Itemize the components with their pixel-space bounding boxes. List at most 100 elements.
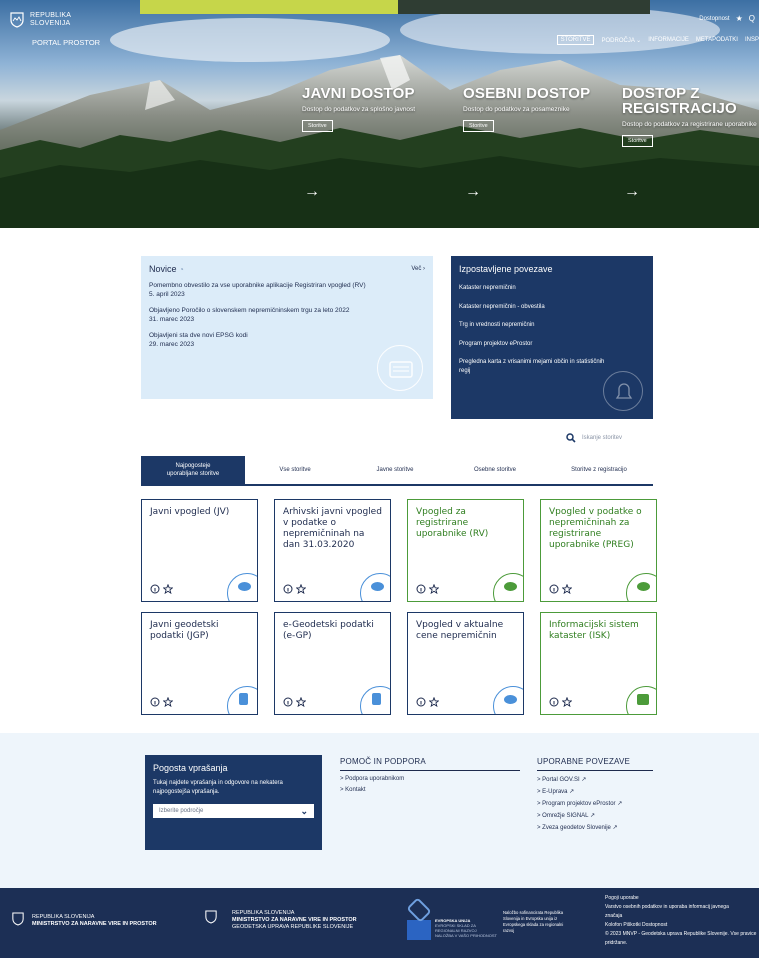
hero-banner: REPUBLIKA SLOVENIJA PORTAL PROSTOR Dosto… (0, 0, 759, 228)
hero-services-button[interactable]: Storitve (622, 135, 653, 147)
nav-metapodatki[interactable]: METAPODATKI (696, 37, 738, 43)
star-icon[interactable] (163, 697, 173, 707)
info-icon[interactable] (416, 697, 426, 707)
ministry-line: MINISTRSTVO ZA NARAVNE VIRE IN PROSTOR (32, 921, 157, 927)
main-nav: STORITVE PODROČJA ⌄ INFORMACIJE METAPODA… (556, 35, 759, 45)
eye-icon (227, 573, 257, 601)
info-icon[interactable] (283, 697, 293, 707)
accessibility-link[interactable]: Dostopnost (699, 16, 729, 22)
arrow-right-icon[interactable]: → (624, 183, 640, 201)
hero-javni-dostop: JAVNI DOSTOP Dostop do podatkov za sploš… (302, 85, 452, 205)
service-card[interactable]: Vpogled v podatke o nepremičninah za reg… (540, 499, 657, 602)
featured-link[interactable]: Pregledna karta z vrisanimi mejami občin… (459, 358, 609, 375)
search-input[interactable]: Iskanje storitev (582, 435, 622, 441)
logo-line-2: SLOVENIJA (30, 20, 71, 27)
ministry-logo-2[interactable]: REPUBLIKA SLOVENIJA MINISTRSTVO ZA NARAV… (232, 910, 357, 931)
tab-label: Vse storitve (279, 467, 311, 473)
star-icon[interactable] (562, 697, 572, 707)
useful-link[interactable]: > Omrežje SIGNAL ↗ (537, 812, 653, 819)
useful-links-title: UPORABNE POVEZAVE (537, 757, 653, 771)
privacy-link[interactable]: Varstvo osebnih podatkov in uporaba info… (605, 903, 759, 912)
card-actions (150, 697, 173, 707)
site-logo[interactable]: REPUBLIKA SLOVENIJA PORTAL PROSTOR (10, 12, 100, 47)
service-card[interactable]: e-Geodetski podatki (e-GP) (274, 612, 391, 715)
hero-services-button[interactable]: Storitve (302, 120, 333, 132)
service-search[interactable]: Iskanje storitev (566, 433, 622, 443)
service-card[interactable]: Javni geodetski podatki (JGP) (141, 612, 258, 715)
ministry-line: REPUBLIKA SLOVENIJA (232, 910, 295, 916)
faq-description: Tukaj najdete vprašanja in odgovore na n… (153, 780, 283, 795)
hero-services-button[interactable]: Storitve (463, 120, 494, 132)
help-link[interactable]: > Kontakt (340, 787, 520, 793)
hero-osebni-dostop: OSEBNI DOSTOP Dostop do podatkov za posa… (463, 85, 603, 205)
tab-vse-storitve[interactable]: Vse storitve (245, 456, 345, 484)
featured-link[interactable]: Kataster nepremičnin - obvestila (459, 303, 645, 312)
search-icon[interactable] (566, 433, 576, 443)
rss-icon[interactable]: ◔ (179, 265, 184, 274)
tab-osebne-storitve[interactable]: Osebne storitve (445, 456, 545, 484)
nav-podrocja[interactable]: PODROČJA ⌄ (601, 37, 641, 44)
card-actions (549, 697, 572, 707)
privacy-link-cont[interactable]: značaja (605, 912, 759, 921)
arrow-right-icon[interactable]: → (465, 183, 481, 201)
info-icon[interactable] (416, 584, 426, 594)
info-icon[interactable] (549, 584, 559, 594)
featured-link[interactable]: Program projektov eProstor (459, 340, 645, 349)
ministry-logo-1[interactable]: REPUBLIKA SLOVENIJA MINISTRSTVO ZA NARAV… (32, 914, 157, 928)
tab-javne-storitve[interactable]: Javne storitve (345, 456, 445, 484)
eu-text: EVROPSKA UNIJA EVROPSKI SKLAD ZA REGIONA… (435, 918, 497, 938)
service-card[interactable]: Vpogled v aktualne cene nepremičnin (407, 612, 524, 715)
tab-najpogosteje[interactable]: Najpogosteje uporabljane storitve (141, 456, 245, 484)
featured-link[interactable]: Kataster nepremičnin (459, 284, 645, 293)
info-icon[interactable] (283, 584, 293, 594)
featured-links-panel: Izpostavljene povezave Kataster nepremič… (451, 256, 653, 419)
faq-area-select[interactable]: Izberite področje ⌄ (153, 804, 314, 818)
star-icon[interactable] (562, 584, 572, 594)
useful-link[interactable]: > Zveza geodetov Slovenije ↗ (537, 824, 653, 831)
service-card-title: Javni vpogled (JV) (150, 507, 230, 517)
service-card-title: Arhivski javni vpogled v podatke o nepre… (283, 507, 382, 550)
service-card[interactable]: Javni vpogled (JV) (141, 499, 258, 602)
star-icon[interactable] (163, 584, 173, 594)
star-icon[interactable] (296, 697, 306, 707)
service-card[interactable]: Arhivski javni vpogled v podatke o nepre… (274, 499, 391, 602)
service-card-title: Vpogled v podatke o nepremičninah za reg… (549, 507, 642, 550)
star-icon[interactable] (296, 584, 306, 594)
featured-link[interactable]: Trg in vrednosti nepremičnin (459, 321, 645, 330)
portal-name: PORTAL PROSTOR (32, 38, 101, 47)
tab-storitve-z-registracijo[interactable]: Storitve z registracijo (545, 456, 653, 484)
news-more-link[interactable]: Več › (411, 266, 425, 272)
service-card-title: Javni geodetski podatki (JGP) (150, 620, 219, 641)
service-card[interactable]: Vpogled za registrirane uporabnike (RV) (407, 499, 524, 602)
search-icon[interactable]: Q (749, 14, 755, 23)
eye-icon (493, 686, 523, 714)
nav-insp[interactable]: INSP (745, 37, 759, 43)
news-header: Novice ◔ Več › (149, 264, 425, 274)
help-title: POMOČ IN PODPORA (340, 757, 520, 771)
footer-links-row[interactable]: Kolofon Piškotki Dostopnost (605, 921, 759, 930)
star-icon[interactable] (429, 584, 439, 594)
hero-subtitle: Dostop do podatkov za splošno javnost (302, 106, 416, 113)
nav-informacije[interactable]: INFORMACIJE (648, 37, 689, 43)
news-item-text: Pomembno obvestilo za vse uporabnike apl… (149, 282, 366, 289)
help-link[interactable]: > Podpora uporabnikom (340, 776, 520, 782)
news-item-text: Objavljeno Poročilo o slovenskem nepremi… (149, 307, 350, 314)
info-icon[interactable] (549, 697, 559, 707)
terms-link[interactable]: Pogoji uporabe (605, 894, 759, 903)
service-card-title: Informacijski sistem kataster (ISK) (549, 620, 639, 641)
eu-mark-icon (406, 897, 432, 923)
useful-link[interactable]: > Portal GOV.SI ↗ (537, 776, 653, 783)
news-item[interactable]: Pomembno obvestilo za vse uporabnike apl… (149, 281, 425, 299)
favorites-icon[interactable]: ★ (736, 14, 743, 23)
useful-link[interactable]: > E-Uprava ↗ (537, 788, 653, 795)
service-card[interactable]: Informacijski sistem kataster (ISK) (540, 612, 657, 715)
star-icon[interactable] (429, 697, 439, 707)
news-item[interactable]: Objavljeno Poročilo o slovenskem nepremi… (149, 306, 425, 324)
info-icon[interactable] (150, 584, 160, 594)
nav-storitve[interactable]: STORITVE (556, 35, 595, 45)
card-actions (283, 584, 306, 594)
useful-link[interactable]: > Program projektov eProstor ↗ (537, 800, 653, 807)
arrow-right-icon[interactable]: → (304, 183, 320, 201)
info-icon[interactable] (150, 697, 160, 707)
card-actions (150, 584, 173, 594)
